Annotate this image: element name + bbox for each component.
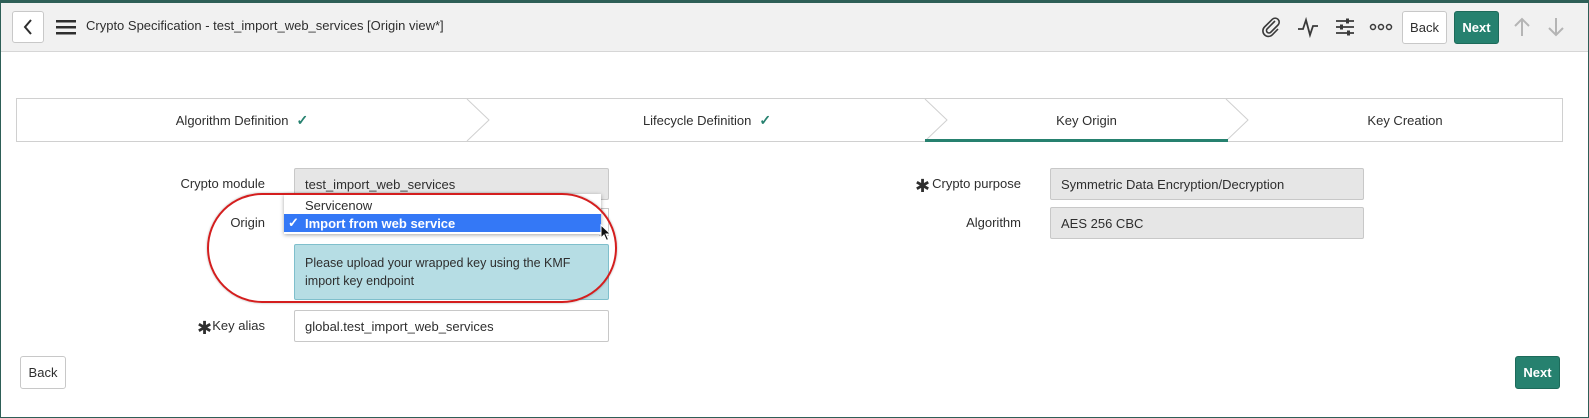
active-step-indicator (925, 139, 1228, 142)
origin-dropdown: Servicenow ✓ Import from web service (284, 194, 601, 234)
page: Crypto Specification - test_import_web_s… (1, 3, 1588, 417)
key-alias-input[interactable]: global.test_import_web_services (294, 310, 609, 342)
header-back-button[interactable]: Back (1402, 11, 1447, 44)
crypto-purpose-field: Symmetric Data Encryption/Decryption (1050, 168, 1364, 200)
page-title: Crypto Specification - test_import_web_s… (86, 18, 444, 33)
step-label: Algorithm Definition (175, 112, 289, 128)
header: Crypto Specification - test_import_web_s… (1, 3, 1588, 52)
origin-label: Origin (230, 215, 265, 230)
algorithm-field: AES 256 CBC (1050, 207, 1364, 239)
back-arrow-button[interactable] (12, 11, 44, 43)
step-lifecycle-definition[interactable]: Lifecycle Definition ✓ (489, 99, 925, 141)
chevron-left-icon (23, 19, 32, 35)
option-label: Servicenow (305, 197, 373, 213)
step-label: Lifecycle Definition (642, 112, 752, 128)
option-label: Import from web service (305, 215, 456, 231)
footer-back-button[interactable]: Back (20, 356, 66, 389)
next-record-button[interactable] (1541, 12, 1571, 42)
step-label: Key Origin (1056, 112, 1117, 128)
more-icon (1369, 23, 1393, 31)
mouse-cursor-icon (600, 224, 612, 242)
sliders-icon (1336, 18, 1354, 36)
crypto-purpose-label: Crypto purpose (932, 176, 1021, 191)
more-button[interactable] (1366, 12, 1396, 42)
origin-option-import-from-web-service[interactable]: ✓ Import from web service (284, 214, 601, 232)
menu-button[interactable] (53, 13, 79, 41)
activity-icon (1298, 16, 1318, 38)
key-alias-label: Key alias (212, 318, 265, 333)
info-message: Please upload your wrapped key using the… (294, 244, 609, 300)
checkmark-icon: ✓ (288, 215, 299, 230)
arrow-down-icon (1548, 18, 1564, 37)
footer-next-button[interactable]: Next (1515, 356, 1560, 389)
step-key-creation[interactable]: Key Creation (1248, 99, 1562, 141)
algorithm-label: Algorithm (966, 215, 1021, 230)
attachment-button[interactable] (1256, 12, 1286, 42)
step-algorithm-definition[interactable]: Algorithm Definition ✓ (17, 99, 467, 141)
activity-button[interactable] (1293, 12, 1323, 42)
crypto-module-label: Crypto module (180, 176, 265, 191)
checkmark-icon: ✓ (296, 111, 309, 128)
step-key-origin[interactable]: Key Origin (947, 99, 1226, 141)
personalize-button[interactable] (1330, 12, 1360, 42)
previous-record-button[interactable] (1507, 12, 1537, 42)
checkmark-icon: ✓ (759, 111, 772, 128)
origin-option-servicenow[interactable]: Servicenow (284, 196, 601, 214)
hamburger-icon (56, 20, 76, 35)
step-label: Key Creation (1367, 112, 1443, 128)
paperclip-icon (1262, 17, 1280, 38)
step-progress: Algorithm Definition ✓ Lifecycle Definit… (16, 98, 1563, 142)
header-next-button[interactable]: Next (1454, 11, 1499, 44)
arrow-up-icon (1514, 17, 1530, 36)
